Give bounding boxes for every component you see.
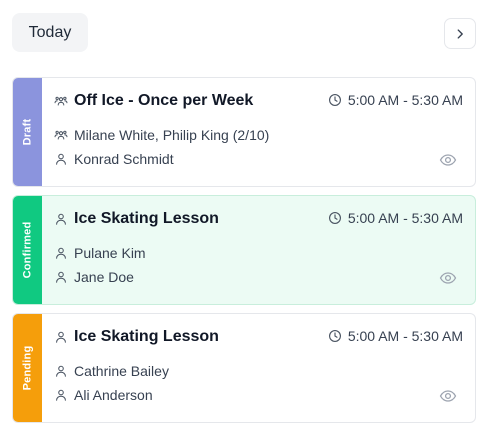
user-icon bbox=[54, 330, 68, 344]
status-strip-confirmed: Confirmed bbox=[13, 196, 42, 304]
status-strip-draft: Draft bbox=[13, 78, 42, 186]
status-label: Confirmed bbox=[21, 221, 34, 279]
event-card[interactable]: Confirmed Ice Skating Lesson 5:00 AM - 5… bbox=[12, 195, 476, 305]
user-icon bbox=[54, 270, 68, 284]
event-time: 5:00 AM - 5:30 AM bbox=[328, 328, 463, 344]
next-day-button[interactable] bbox=[444, 18, 476, 49]
toolbar: Today bbox=[12, 13, 476, 53]
event-time-text: 5:00 AM - 5:30 AM bbox=[347, 92, 463, 108]
clock-icon bbox=[328, 330, 341, 342]
event-card[interactable]: Draft Off Ice - Once per Week 5:00 AM - … bbox=[12, 77, 476, 187]
status-label: Draft bbox=[21, 118, 34, 146]
event-title: Off Ice - Once per Week bbox=[74, 92, 254, 109]
today-button[interactable]: Today bbox=[12, 13, 88, 52]
participant-text: Cathrine Bailey bbox=[74, 363, 169, 379]
view-button[interactable] bbox=[439, 151, 457, 169]
user-icon bbox=[54, 364, 68, 378]
event-title: Ice Skating Lesson bbox=[74, 328, 219, 345]
instructor-text: Jane Doe bbox=[74, 269, 134, 285]
participants-text: Milane White, Philip King (2/10) bbox=[74, 127, 270, 143]
event-title: Ice Skating Lesson bbox=[74, 210, 219, 227]
instructor-text: Ali Anderson bbox=[74, 387, 153, 403]
instructor-text: Konrad Schmidt bbox=[74, 151, 174, 167]
eye-icon bbox=[439, 390, 457, 402]
user-icon bbox=[54, 246, 68, 260]
user-icon bbox=[54, 212, 68, 226]
event-time-text: 5:00 AM - 5:30 AM bbox=[347, 328, 463, 344]
status-strip-pending: Pending bbox=[13, 314, 42, 422]
group-icon bbox=[54, 94, 68, 108]
clock-icon bbox=[328, 212, 341, 224]
eye-icon bbox=[439, 154, 457, 166]
event-time: 5:00 AM - 5:30 AM bbox=[328, 210, 463, 226]
view-button[interactable] bbox=[439, 387, 457, 405]
clock-icon bbox=[328, 94, 341, 106]
event-time: 5:00 AM - 5:30 AM bbox=[328, 92, 463, 108]
user-icon bbox=[54, 152, 68, 166]
chevron-right-icon bbox=[457, 28, 463, 39]
event-time-text: 5:00 AM - 5:30 AM bbox=[347, 210, 463, 226]
view-button[interactable] bbox=[439, 269, 457, 287]
eye-icon bbox=[439, 272, 457, 284]
group-icon bbox=[54, 128, 68, 142]
participant-text: Pulane Kim bbox=[74, 245, 146, 261]
event-card[interactable]: Pending Ice Skating Lesson 5:00 AM - 5:3… bbox=[12, 313, 476, 423]
status-label: Pending bbox=[21, 345, 34, 391]
user-icon bbox=[54, 388, 68, 402]
